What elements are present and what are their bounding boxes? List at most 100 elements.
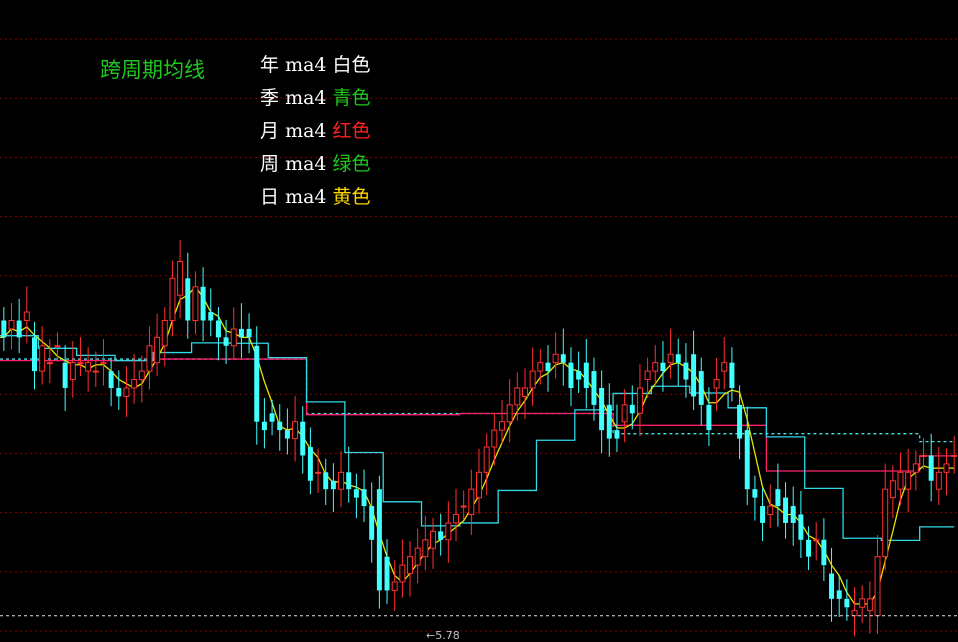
candle-body (154, 336, 161, 364)
candle-body (912, 463, 919, 473)
candle (521, 368, 528, 420)
grid-lines (0, 38, 958, 632)
candle (284, 408, 290, 455)
candle-body (606, 404, 612, 439)
legend-color-name: 白色 (332, 54, 371, 76)
legend-ma: ma4 (285, 120, 327, 142)
candle (246, 313, 252, 354)
candle-body (821, 539, 827, 566)
candle-body (369, 506, 375, 540)
candle-body (483, 446, 490, 473)
legend-row-day: 日 ma4 黄色 (260, 181, 371, 214)
candle-body (476, 471, 482, 499)
candle (338, 450, 345, 508)
candle-body (238, 328, 244, 338)
candle (721, 337, 728, 390)
candle (146, 326, 153, 390)
candle (905, 448, 912, 513)
candle-body (935, 471, 942, 490)
candle-body (246, 328, 252, 338)
candle-body (438, 531, 444, 540)
candle-body (706, 404, 712, 431)
candlesticks (1, 239, 958, 637)
candle (292, 396, 299, 462)
candle-body (667, 353, 674, 364)
candle-body (407, 556, 414, 575)
legend-color-name: 青色 (332, 87, 371, 109)
candle (161, 307, 168, 367)
candle-body (445, 522, 452, 541)
candle-body (169, 277, 176, 321)
candle (767, 484, 774, 528)
candle-body (521, 387, 528, 397)
candle-body (499, 421, 505, 431)
candle-body (836, 590, 842, 599)
legend-period: 月 (260, 120, 280, 142)
week-ma-line (0, 335, 955, 542)
candle-body (491, 429, 498, 448)
candle (460, 490, 467, 520)
candle-body (384, 556, 390, 591)
candle-body (131, 379, 138, 389)
candle (254, 326, 260, 445)
legend-color-name: 红色 (332, 120, 371, 142)
candle (468, 469, 475, 536)
candle (912, 450, 919, 491)
candle-body (721, 362, 728, 372)
candle (154, 313, 161, 377)
legend-color-name: 绿色 (332, 153, 371, 175)
candle (545, 345, 551, 392)
candle-body (729, 362, 735, 388)
candle (783, 482, 789, 539)
candle (928, 433, 934, 502)
candle (599, 370, 605, 454)
candle-body (621, 404, 628, 423)
candle-body (529, 370, 536, 389)
legend-row-week: 周 ma4 绿色 (260, 148, 371, 181)
candle (576, 351, 582, 394)
legend-row-quarter: 季 ma4 青色 (260, 82, 371, 115)
candle (889, 465, 896, 519)
candle-body (882, 488, 889, 558)
candle-body (790, 506, 796, 523)
candle (138, 355, 145, 403)
candle (798, 490, 804, 559)
candle (560, 328, 566, 386)
candle-body (752, 489, 758, 498)
candle-body (138, 370, 145, 381)
candle-body (644, 370, 651, 381)
candle (85, 347, 92, 392)
price-chart (0, 38, 958, 637)
candle-body (1, 320, 7, 338)
candle-body (391, 581, 398, 591)
candle (185, 252, 191, 339)
candle-body (254, 345, 260, 422)
candle-body (16, 320, 22, 338)
candle (230, 307, 237, 360)
legend-period: 年 (260, 54, 280, 76)
candle-body (277, 421, 283, 431)
candle (100, 339, 107, 386)
candle (829, 547, 835, 622)
candle-body (77, 362, 84, 365)
candle-body (376, 489, 382, 591)
candle-body (806, 539, 812, 557)
candle-body (691, 354, 697, 397)
candle-body (323, 472, 329, 490)
candle (552, 332, 559, 379)
candle (844, 579, 850, 621)
candle (16, 298, 22, 354)
candle (108, 357, 114, 407)
candle-body (506, 404, 513, 423)
candle (675, 338, 681, 386)
candle (353, 473, 359, 519)
legend-ma: ma4 (285, 186, 327, 208)
candle-body (54, 345, 61, 348)
candle (192, 271, 199, 334)
candle-body (353, 489, 359, 498)
candle-body (108, 371, 114, 388)
candle-body (192, 286, 199, 321)
candle (874, 535, 881, 634)
candle (752, 475, 758, 521)
candle (399, 539, 406, 598)
